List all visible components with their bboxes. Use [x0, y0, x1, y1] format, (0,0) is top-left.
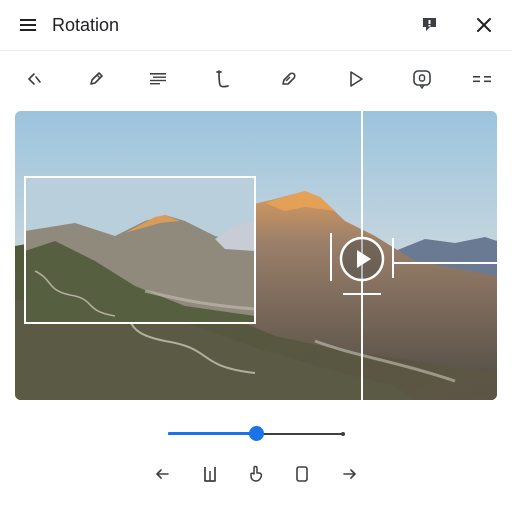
hand-icon[interactable]	[244, 462, 268, 486]
rectangle-icon[interactable]	[290, 462, 314, 486]
arrow-right-icon[interactable]	[337, 462, 361, 486]
close-icon[interactable]	[472, 13, 496, 37]
mountain-landscape-image	[15, 111, 497, 400]
slider-endcap	[341, 432, 345, 436]
pen-icon[interactable]	[83, 66, 109, 92]
equals-icon[interactable]	[469, 66, 495, 92]
text-lines-icon[interactable]	[145, 66, 171, 92]
header-divider	[0, 50, 512, 51]
link-icon[interactable]	[275, 66, 301, 92]
screenshot-icon[interactable]	[409, 66, 435, 92]
curve-tool-icon[interactable]	[210, 66, 236, 92]
rotation-slider[interactable]	[168, 424, 345, 444]
rotation-editor: Rotation	[0, 0, 512, 512]
arrow-left-icon[interactable]	[151, 462, 175, 486]
bottom-controls	[0, 460, 512, 490]
slider-thumb[interactable]	[249, 426, 264, 441]
page-title: Rotation	[52, 15, 120, 35]
bracket-icon[interactable]	[198, 462, 222, 486]
play-circle-icon[interactable]	[339, 236, 385, 282]
play-icon[interactable]	[343, 66, 369, 92]
image-canvas[interactable]	[15, 111, 497, 400]
hamburger-menu-icon[interactable]	[16, 13, 40, 37]
back-chevron-icon[interactable]	[22, 66, 48, 92]
tool-bar	[0, 60, 512, 98]
slider-fill	[168, 432, 256, 435]
top-app-bar: Rotation	[0, 0, 512, 50]
feedback-icon[interactable]	[418, 13, 442, 37]
